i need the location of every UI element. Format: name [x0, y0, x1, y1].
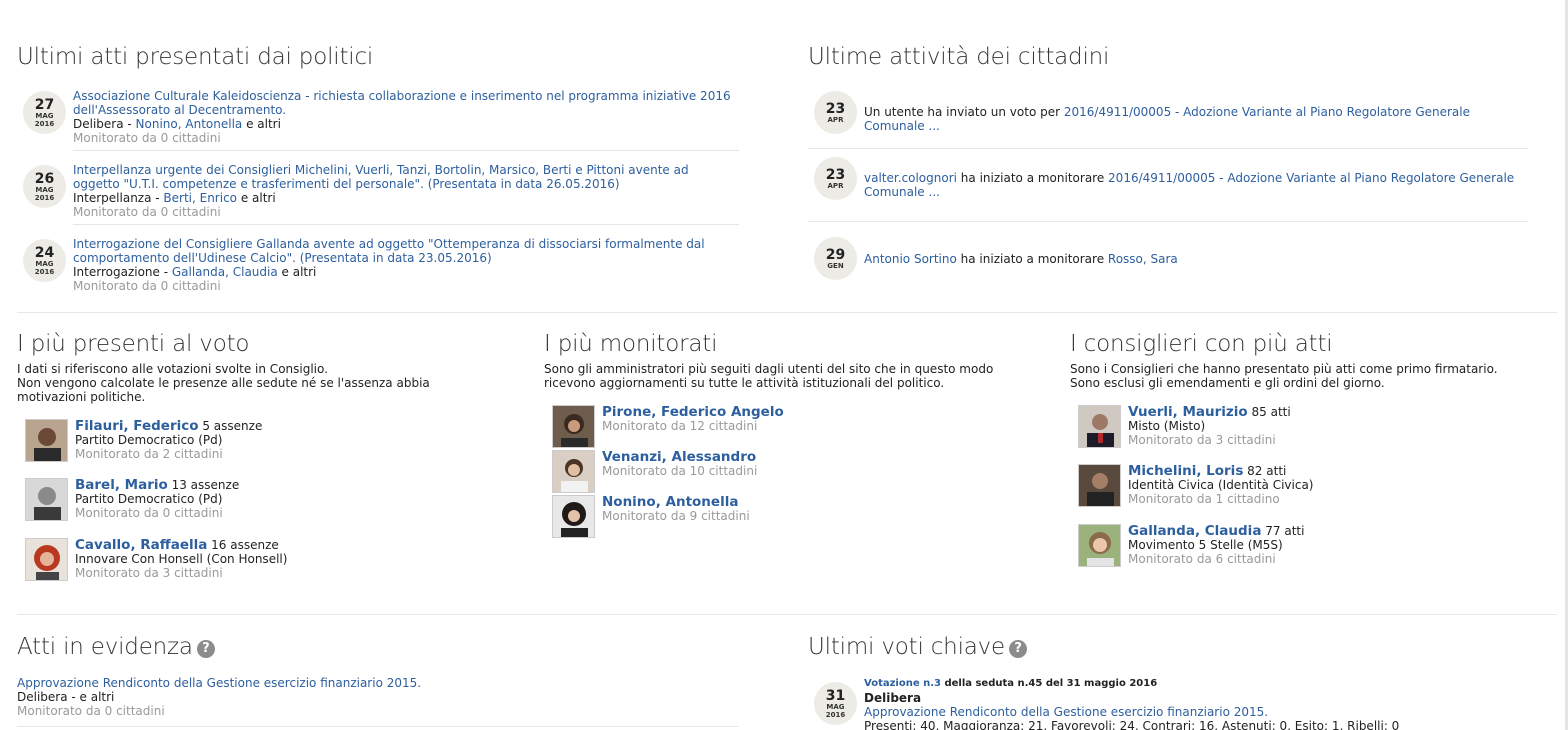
section-divider: [17, 312, 1557, 313]
activity-item: 23 APR valter.colognori ha iniziato a mo…: [808, 155, 1530, 222]
vote-link[interactable]: Votazione n.3: [864, 678, 941, 689]
date-badge: 24 MAG 2016: [23, 239, 66, 282]
section-title: I più presenti al voto: [17, 331, 250, 357]
divider: [17, 726, 739, 727]
help-icon[interactable]: ?: [1009, 640, 1028, 658]
key-votes-section: Ultimi voti chiave? 31 MAG 2016 Votazion…: [808, 633, 1548, 730]
politician-name-link[interactable]: Vuerli, Maurizio: [1128, 404, 1248, 420]
divider: [73, 224, 739, 225]
monitor-count: Monitorato da 2 cittadini: [75, 447, 223, 461]
monitor-count: Monitorato da 6 cittadini: [1128, 552, 1276, 566]
date-badge: 31 MAG 2016: [814, 682, 857, 725]
monitor-count: Monitorato da 0 cittadini: [73, 131, 221, 145]
politician-photo[interactable]: [25, 478, 68, 521]
divider: [808, 221, 1528, 222]
politician-name-link[interactable]: Pirone, Federico Angelo: [602, 404, 784, 420]
section-description: Sono gli amministratori più seguiti dagl…: [544, 362, 994, 390]
politician-photo[interactable]: [552, 495, 595, 538]
activity-user-link[interactable]: valter.colognori: [864, 171, 957, 185]
politician-name-link[interactable]: Filauri, Federico: [75, 418, 199, 434]
monitor-count: Monitorato da 0 cittadini: [73, 205, 221, 219]
politician-photo[interactable]: [1078, 405, 1121, 448]
monitor-count: Monitorato da 1 cittadino: [1128, 492, 1280, 506]
act-item: 24 MAG 2016 Interrogazione del Consiglie…: [17, 237, 739, 293]
activity-item: 29 GEN Antonio Sortino ha iniziato a mon…: [808, 237, 1530, 287]
section-description: I dati si riferiscono alle votazioni svo…: [17, 362, 430, 404]
latest-acts-section: Ultimi atti presentati dai politici 27 M…: [17, 43, 747, 293]
monitor-count: Monitorato da 9 cittadini: [602, 509, 750, 523]
section-title: Ultimi atti presentati dai politici: [17, 44, 374, 70]
politician-photo[interactable]: [552, 450, 595, 493]
divider: [808, 148, 1528, 149]
monitor-count: Monitorato da 12 cittadini: [602, 419, 758, 433]
section-title: I consiglieri con più atti: [1070, 331, 1333, 357]
activity-target-link[interactable]: Rosso, Sara: [1108, 252, 1178, 266]
activity-item: 23 APR Un utente ha inviato un voto per …: [808, 89, 1530, 149]
politician-name-link[interactable]: Gallanda, Claudia: [1128, 523, 1261, 539]
vote-act-link[interactable]: Approvazione Rendiconto della Gestione e…: [864, 705, 1268, 719]
act-author-link[interactable]: Gallanda, Claudia: [172, 265, 278, 279]
featured-acts-section: Atti in evidenza? Approvazione Rendicont…: [17, 633, 747, 730]
featured-act-link[interactable]: Approvazione Rendiconto della Gestione e…: [17, 676, 421, 690]
date-badge: 29 GEN: [814, 237, 857, 280]
vote-type: Delibera: [864, 691, 922, 705]
monitor-count: Monitorato da 3 cittadini: [75, 566, 223, 580]
activity-user-link[interactable]: Antonio Sortino: [864, 252, 957, 266]
most-acts-section: I consiglieri con più atti Sono i Consig…: [1070, 330, 1550, 580]
politician-name-link[interactable]: Michelini, Loris: [1128, 463, 1243, 479]
politician-name-link[interactable]: Nonino, Antonella: [602, 494, 738, 510]
section-divider: [17, 614, 1557, 615]
citizen-activity-section: Ultime attività dei cittadini 23 APR Un …: [808, 43, 1538, 293]
politician-photo[interactable]: [25, 538, 68, 581]
act-author-link[interactable]: Nonino, Antonella: [136, 117, 243, 131]
politician-name-link[interactable]: Venanzi, Alessandro: [602, 449, 756, 465]
politician-photo[interactable]: [552, 405, 595, 448]
act-title-link[interactable]: Associazione Culturale Kaleidoscienza - …: [73, 89, 731, 117]
act-item: 26 MAG 2016 Interpellanza urgente dei Co…: [17, 163, 739, 225]
politician-photo[interactable]: [25, 419, 68, 462]
monitor-count: Monitorato da 0 cittadini: [73, 279, 221, 293]
politician-party: Partito Democratico (Pd): [75, 433, 223, 447]
politician-photo[interactable]: [1078, 524, 1121, 567]
section-title: Ultimi voti chiave: [808, 634, 1006, 660]
date-badge: 23 APR: [814, 157, 857, 200]
vote-stats: Presenti: 40, Maggioranza: 21, Favorevol…: [864, 719, 1400, 730]
monitor-count: Monitorato da 10 cittadini: [602, 464, 758, 478]
act-type: Interpellanza -: [73, 191, 164, 205]
monitor-count: Monitorato da 0 cittadini: [17, 704, 165, 718]
help-icon[interactable]: ?: [196, 640, 215, 658]
section-description: Sono i Consiglieri che hanno presentato …: [1070, 362, 1498, 390]
act-type: Interrogazione -: [73, 265, 172, 279]
politician-party: Movimento 5 Stelle (M5S): [1128, 538, 1283, 552]
act-title-link[interactable]: Interpellanza urgente dei Consiglieri Mi…: [73, 163, 689, 191]
divider: [73, 150, 739, 151]
politician-party: Partito Democratico (Pd): [75, 492, 223, 506]
most-present-section: I più presenti al voto I dati si riferis…: [17, 330, 527, 590]
act-title-link[interactable]: Interrogazione del Consigliere Gallanda …: [73, 237, 705, 265]
section-title: Atti in evidenza: [17, 634, 193, 660]
act-type: Delibera - e altri: [17, 690, 115, 704]
politician-party: Innovare Con Honsell (Con Honsell): [75, 552, 288, 566]
act-author-link[interactable]: Berti, Enrico: [163, 191, 237, 205]
section-title: I più monitorati: [544, 331, 718, 357]
date-badge: 27 MAG 2016: [23, 91, 66, 134]
monitor-count: Monitorato da 3 cittadini: [1128, 433, 1276, 447]
section-title: Ultime attività dei cittadini: [808, 44, 1110, 70]
date-badge: 26 MAG 2016: [23, 165, 66, 208]
date-badge: 23 APR: [814, 91, 857, 134]
politician-name-link[interactable]: Barel, Mario: [75, 477, 168, 493]
politician-name-link[interactable]: Cavallo, Raffaella: [75, 537, 207, 553]
act-item: 27 MAG 2016 Associazione Culturale Kalei…: [17, 89, 739, 151]
politician-party: Identità Civica (Identità Civica): [1128, 478, 1314, 492]
most-monitored-section: I più monitorati Sono gli amministratori…: [544, 330, 1054, 560]
act-type: Delibera -: [73, 117, 136, 131]
politician-photo[interactable]: [1078, 464, 1121, 507]
politician-party: Misto (Misto): [1128, 419, 1206, 433]
monitor-count: Monitorato da 0 cittadini: [75, 506, 223, 520]
